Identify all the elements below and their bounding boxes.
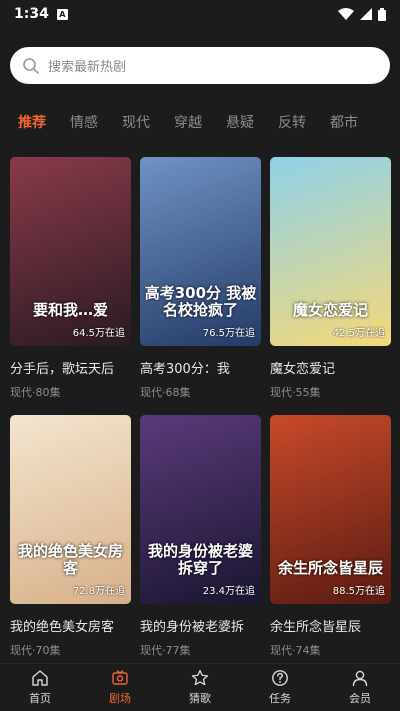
drama-poster[interactable]: 要和我…爱 64.5万在追 <box>10 157 131 346</box>
nav-label: 猜歌 <box>189 692 211 705</box>
drama-meta: 现代·74集 <box>270 644 321 657</box>
status-icons <box>338 7 386 21</box>
drama-title[interactable]: 分手后，歌坛天后 <box>10 358 131 377</box>
drama-poster[interactable]: 我的绝色美女房客 72.8万在追 <box>10 415 131 604</box>
drama-genre: 现代 <box>140 644 162 657</box>
drama-card[interactable]: 余生所念皆星辰 88.5万在追 余生所念皆星辰 现代·74集 <box>270 415 391 658</box>
nav-label: 任务 <box>269 692 291 705</box>
drama-episodes: 68集 <box>165 386 191 399</box>
drama-episodes: 77集 <box>165 644 191 657</box>
drama-genre: 现代 <box>140 386 162 399</box>
drama-title[interactable]: 我的绝色美女房客 <box>10 616 131 635</box>
drama-poster[interactable]: 我的身份被老婆拆穿了 23.4万在追 <box>140 415 261 604</box>
follow-count: 64.5万在追 <box>72 328 125 339</box>
follow-count: 72.8万在追 <box>72 586 125 597</box>
star-icon <box>191 669 209 686</box>
home-icon <box>32 670 48 686</box>
tab-time-travel[interactable]: 穿越 <box>174 112 202 132</box>
drama-meta: 现代·77集 <box>140 644 191 657</box>
bottom-nav: 首页 剧场 猜歌 任务 会员 <box>0 663 400 711</box>
status-bar: 1:34 A <box>0 0 400 28</box>
drama-poster[interactable]: 魔女恋爱记 42.5万在追 <box>270 157 391 346</box>
drama-title[interactable]: 我的身份被老婆拆 <box>140 616 261 635</box>
nav-label: 首页 <box>29 692 51 705</box>
status-time: 1:34 <box>14 6 49 22</box>
search-input[interactable]: 搜索最新热剧 <box>10 47 390 84</box>
drama-card[interactable]: 魔女恋爱记 42.5万在追 魔女恋爱记 现代·55集 <box>270 157 391 400</box>
tab-modern[interactable]: 现代 <box>122 112 150 132</box>
follow-count: 88.5万在追 <box>332 586 385 597</box>
poster-text: 要和我…爱 <box>32 300 108 319</box>
tab-urban[interactable]: 都市 <box>330 112 358 132</box>
app-notification-icon: A <box>56 8 68 20</box>
battery-icon <box>378 7 386 21</box>
drama-episodes: 80集 <box>35 386 61 399</box>
drama-poster[interactable]: 高考300分 我被名校抢疯了 76.5万在追 <box>140 157 261 346</box>
signal-icon <box>360 8 372 20</box>
tab-reversal[interactable]: 反转 <box>278 112 306 132</box>
nav-item-home[interactable]: 首页 <box>0 664 80 711</box>
drama-title[interactable]: 余生所念皆星辰 <box>270 616 391 635</box>
nav-item-tasks[interactable]: 任务 <box>240 664 320 711</box>
nav-item-theater[interactable]: 剧场 <box>80 664 160 711</box>
nav-label: 会员 <box>349 692 371 705</box>
drama-card[interactable]: 高考300分 我被名校抢疯了 76.5万在追 高考300分：我 现代·68集 <box>140 157 261 400</box>
poster-text: 高考300分 我被名校抢疯了 <box>144 284 257 319</box>
drama-genre: 现代 <box>10 386 32 399</box>
poster-text: 我的绝色美女房客 <box>17 542 123 577</box>
wifi-icon <box>338 8 354 20</box>
user-icon <box>352 670 368 687</box>
drama-genre: 现代 <box>270 386 292 399</box>
theater-icon <box>112 669 128 685</box>
follow-count: 23.4万在追 <box>202 586 255 597</box>
tab-emotion[interactable]: 情感 <box>70 112 98 132</box>
search-placeholder: 搜索最新热剧 <box>48 60 127 75</box>
drama-genre: 现代 <box>10 644 32 657</box>
drama-card[interactable]: 要和我…爱 64.5万在追 分手后，歌坛天后 现代·80集 <box>10 157 131 400</box>
drama-poster[interactable]: 余生所念皆星辰 88.5万在追 <box>270 415 391 604</box>
drama-meta: 现代·55集 <box>270 386 321 399</box>
drama-meta: 现代·68集 <box>140 386 191 399</box>
drama-title[interactable]: 魔女恋爱记 <box>270 358 391 377</box>
follow-count: 42.5万在追 <box>332 328 385 339</box>
drama-meta: 现代·80集 <box>10 386 61 399</box>
drama-card[interactable]: 我的身份被老婆拆穿了 23.4万在追 我的身份被老婆拆 现代·77集 <box>140 415 261 658</box>
follow-count: 76.5万在追 <box>202 328 255 339</box>
drama-genre: 现代 <box>270 644 292 657</box>
tab-recommend[interactable]: 推荐 <box>18 112 46 132</box>
drama-episodes: 55集 <box>295 386 321 399</box>
poster-text: 我的身份被老婆拆穿了 <box>147 542 253 577</box>
drama-episodes: 70集 <box>35 644 61 657</box>
nav-item-member[interactable]: 会员 <box>320 664 400 711</box>
question-icon <box>272 670 288 686</box>
poster-text: 余生所念皆星辰 <box>277 558 383 577</box>
tab-suspense[interactable]: 悬疑 <box>226 112 254 132</box>
nav-label: 剧场 <box>109 692 131 705</box>
drama-card[interactable]: 我的绝色美女房客 72.8万在追 我的绝色美女房客 现代·70集 <box>10 415 131 658</box>
category-tabs: 推荐 情感 现代 穿越 悬疑 反转 都市 <box>18 111 400 133</box>
drama-episodes: 74集 <box>295 644 321 657</box>
drama-meta: 现代·70集 <box>10 644 61 657</box>
search-icon <box>23 57 39 74</box>
drama-title[interactable]: 高考300分：我 <box>140 358 261 377</box>
poster-text: 魔女恋爱记 <box>292 300 368 319</box>
nav-item-guess-song[interactable]: 猜歌 <box>160 664 240 711</box>
